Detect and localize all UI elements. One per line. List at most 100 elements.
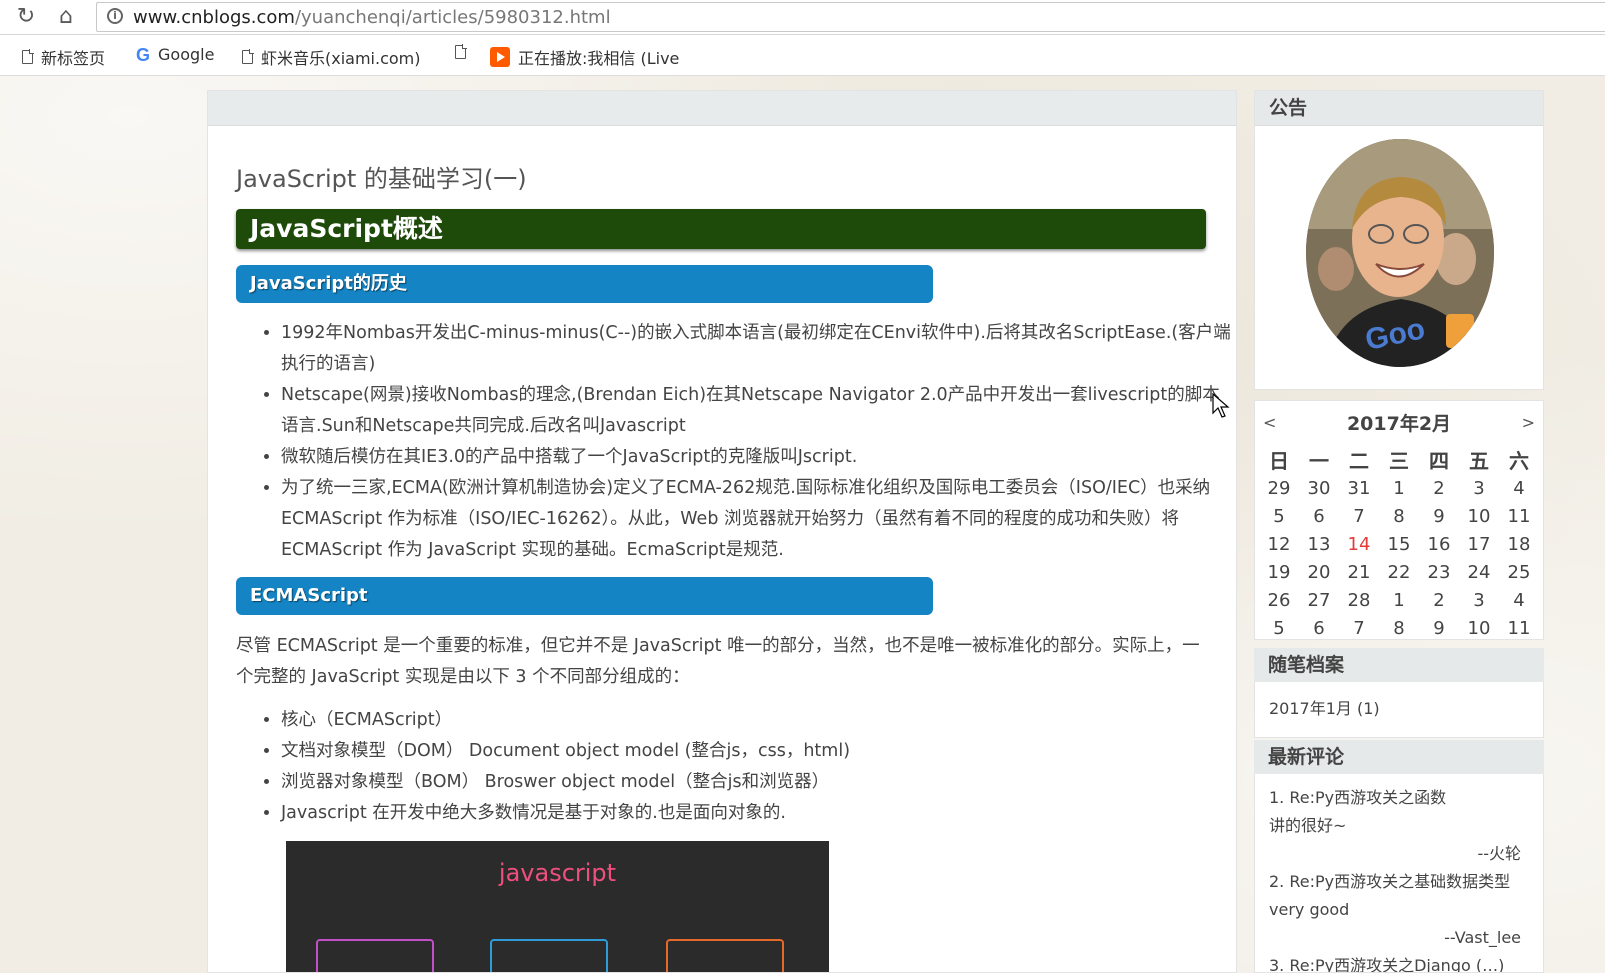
info-icon[interactable]: i [107, 8, 123, 24]
calendar-weekday: 六 [1509, 449, 1529, 473]
calendar-day[interactable]: 19 [1259, 559, 1299, 587]
javascript-diagram-image: javascript [286, 841, 829, 972]
calendar-day[interactable]: 7 [1339, 615, 1379, 643]
diagram-title: javascript [498, 859, 617, 887]
calendar-day[interactable]: 6 [1299, 615, 1339, 643]
page-icon [242, 49, 254, 64]
calendar-day[interactable]: 9 [1419, 503, 1459, 531]
calendar-day[interactable]: 15 [1379, 531, 1419, 559]
google-icon: G [136, 44, 151, 65]
calendar-day[interactable]: 22 [1379, 559, 1419, 587]
subheading-ecmascript: ECMAScript [236, 577, 933, 615]
calendar-day[interactable]: 17 [1459, 531, 1499, 559]
bookmarks-bar: 新标签页 G Google 虾米音乐(xiami.com) 正在播放:我相信 (… [0, 35, 1605, 76]
comment-2-author: --Vast_lee [1444, 928, 1521, 947]
calendar-month-title: 2017年2月 [1346, 413, 1452, 435]
calendar-weekday: 日 [1269, 449, 1289, 473]
subheading-history: JavaScript的历史 [236, 265, 933, 303]
calendar-day[interactable]: 20 [1299, 559, 1339, 587]
recent-comments-panel: 1. Re:Py西游攻关之函数 讲的很好~ --火轮 2. Re:Py西游攻关之… [1254, 774, 1544, 973]
bookmark-untitled[interactable] [455, 44, 474, 59]
archive-link-2017-01[interactable]: 2017年1月 (1) [1269, 695, 1380, 723]
mouse-cursor-icon [1212, 393, 1230, 418]
calendar-day[interactable]: 9 [1419, 615, 1459, 643]
list-item: 浏览器对象模型（BOM） Broswer object model（整合js和浏… [281, 767, 1236, 798]
calendar-day[interactable]: 31 [1339, 475, 1379, 503]
bookmark-new-tab[interactable]: 新标签页 [22, 45, 105, 69]
comment-2-link[interactable]: 2. Re:Py西游攻关之基础数据类型 [1269, 868, 1510, 896]
list-item: 微软随后模仿在其IE3.0的产品中搭载了一个JavaScript的克隆版叫Jsc… [281, 442, 1236, 473]
calendar-day[interactable]: 1 [1379, 475, 1419, 503]
calendar-weekday: 三 [1389, 449, 1409, 473]
calendar-week-row: 5 6 7 8 9 10 11 [1259, 615, 1539, 643]
calendar-day[interactable]: 28 [1339, 587, 1379, 615]
author-avatar[interactable]: Goo [1306, 139, 1494, 367]
calendar-week-row: 5 6 7 8 9 10 11 [1259, 503, 1539, 531]
list-item: 文档对象模型（DOM） Document object model (整合js，… [281, 736, 1236, 767]
calendar-day[interactable]: 10 [1459, 615, 1499, 643]
post-title[interactable]: JavaScript 的基础学习(一) [236, 159, 527, 194]
calendar-day[interactable]: 5 [1259, 503, 1299, 531]
calendar-day[interactable]: 4 [1499, 475, 1539, 503]
calendar-day[interactable]: 13 [1299, 531, 1339, 559]
calendar-next-button[interactable]: > [1522, 413, 1535, 432]
diagram-box-ecmascript [316, 939, 434, 972]
calendar-weekday: 四 [1429, 449, 1449, 473]
calendar-week-row: 12 13 14 15 16 17 18 [1259, 531, 1539, 559]
url-text[interactable]: www.cnblogs.com/yuanchenqi/articles/5980… [133, 7, 611, 28]
browser-toolbar: ↻ ⌂ i www.cnblogs.com/yuanchenqi/article… [0, 0, 1605, 35]
bookmark-label: 正在播放:我相信 (Live [518, 49, 680, 68]
calendar-day[interactable]: 3 [1459, 475, 1499, 503]
archive-title: 随笔档案 [1254, 648, 1544, 682]
page-icon [22, 49, 34, 64]
calendar-day[interactable]: 1 [1379, 587, 1419, 615]
calendar-day[interactable]: 2 [1419, 475, 1459, 503]
section-heading-overview: JavaScript概述 [236, 209, 1206, 249]
calendar-day[interactable]: 6 [1299, 503, 1339, 531]
bookmark-now-playing[interactable]: 正在播放:我相信 (Live [490, 45, 679, 69]
calendar-day[interactable]: 25 [1499, 559, 1539, 587]
calendar-day[interactable]: 4 [1499, 587, 1539, 615]
calendar-day[interactable]: 12 [1259, 531, 1299, 559]
comment-1-body: 讲的很好~ [1269, 816, 1347, 835]
list-item: 核心（ECMAScript） [281, 705, 1236, 736]
list-item: 1992年Nombas开发出C-minus-minus(C--)的嵌入式脚本语言… [281, 318, 1236, 380]
reload-icon[interactable]: ↻ [12, 3, 40, 31]
address-bar[interactable]: i www.cnblogs.com/yuanchenqi/articles/59… [96, 2, 1605, 32]
calendar-day[interactable]: 3 [1459, 587, 1499, 615]
calendar-day[interactable]: 11 [1499, 503, 1539, 531]
notice-title: 公告 [1255, 91, 1543, 126]
calendar-day[interactable]: 29 [1259, 475, 1299, 503]
calendar-day[interactable]: 27 [1299, 587, 1339, 615]
list-item: 为了统一三家,ECMA(欧洲计算机制造协会)定义了ECMA-262规范.国际标准… [281, 473, 1236, 566]
calendar-day[interactable]: 30 [1299, 475, 1339, 503]
calendar-day[interactable]: 8 [1379, 615, 1419, 643]
calendar-day[interactable]: 23 [1419, 559, 1459, 587]
calendar-weekday: 一 [1309, 449, 1329, 473]
comment-2-body: very good [1269, 900, 1350, 919]
bookmark-label: 虾米音乐(xiami.com) [261, 49, 421, 68]
calendar-weekday: 五 [1469, 449, 1489, 473]
calendar-day[interactable]: 11 [1499, 615, 1539, 643]
calendar-day[interactable]: 14 [1339, 531, 1379, 559]
calendar-day[interactable]: 16 [1419, 531, 1459, 559]
calendar-day[interactable]: 26 [1259, 587, 1299, 615]
url-path: /yuanchenqi/articles/5980312.html [294, 7, 611, 28]
calendar-day[interactable]: 24 [1459, 559, 1499, 587]
ecma-components-list: 核心（ECMAScript） 文档对象模型（DOM） Document obje… [256, 705, 1236, 829]
calendar-header: < 2017年2月 > [1255, 411, 1543, 437]
comment-1-link[interactable]: 1. Re:Py西游攻关之函数 [1269, 784, 1446, 812]
comment-3-link[interactable]: 3. Re:Py西游攻关之Django (…) [1269, 952, 1504, 972]
bookmark-xiami[interactable]: 虾米音乐(xiami.com) [242, 45, 421, 69]
bookmark-google[interactable]: G Google [136, 45, 214, 64]
article-panel: JavaScript 的基础学习(一) JavaScript概述 JavaScr… [207, 90, 1237, 973]
home-icon[interactable]: ⌂ [52, 3, 80, 31]
calendar-day[interactable]: 18 [1499, 531, 1539, 559]
calendar-day[interactable]: 2 [1419, 587, 1459, 615]
calendar-day[interactable]: 8 [1379, 503, 1419, 531]
calendar-day[interactable]: 7 [1339, 503, 1379, 531]
article-header-bar [208, 91, 1236, 126]
calendar-day[interactable]: 21 [1339, 559, 1379, 587]
calendar-day[interactable]: 10 [1459, 503, 1499, 531]
calendar-day[interactable]: 5 [1259, 615, 1299, 643]
